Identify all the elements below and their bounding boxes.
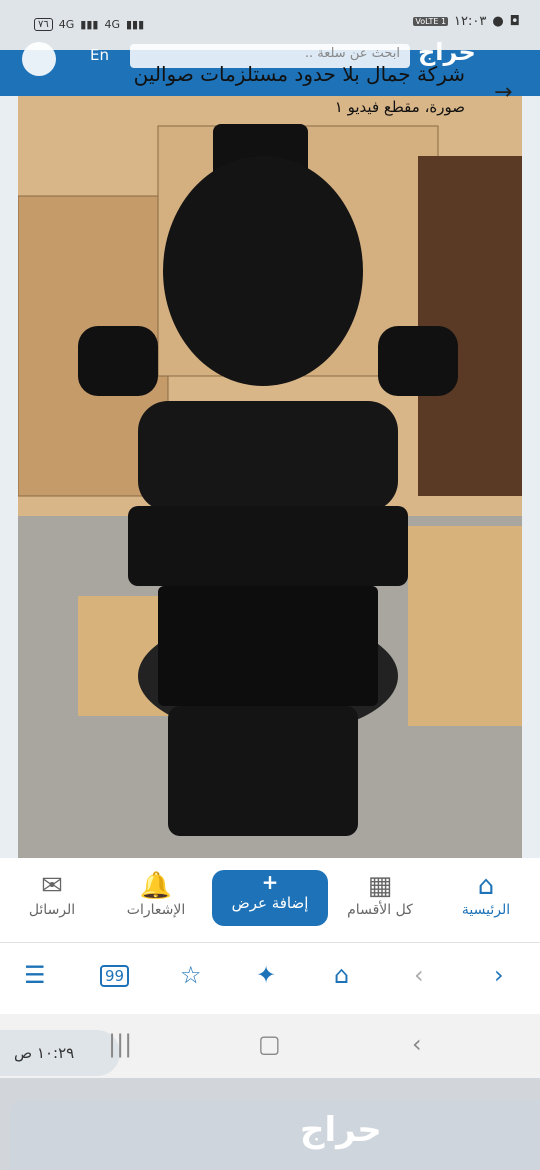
browser-toolbar: ☰ 99 ☆ ✦ ⌂ ‹ › xyxy=(0,942,540,1015)
add-offer-button[interactable]: + إضافة عرض xyxy=(212,870,328,926)
favorites-icon[interactable]: ☆ xyxy=(180,961,202,989)
sparkle-icon[interactable]: ✦ xyxy=(256,961,276,989)
tabs-count[interactable]: 99 xyxy=(100,965,130,987)
home-button-icon[interactable]: ▢ xyxy=(258,1030,281,1058)
messenger-icon: ● xyxy=(492,14,504,29)
battery-indicator: ٧٦ xyxy=(34,18,53,31)
nav-categories-label: كل الأقسام xyxy=(347,902,413,918)
nav-notifications[interactable]: 🔔 الإشعارات xyxy=(106,870,206,918)
network-2: 4G xyxy=(104,18,120,31)
envelope-icon: ✉ xyxy=(41,871,63,901)
signal-icon: ▮▮▮ xyxy=(80,18,99,31)
menu-icon[interactable]: ☰ xyxy=(24,961,46,989)
system-back-icon[interactable]: ‹ xyxy=(412,1030,422,1058)
add-offer-label: إضافة عرض xyxy=(231,894,309,912)
nav-categories[interactable]: ▦ كل الأقسام xyxy=(330,870,430,918)
recent-apps-icon[interactable]: ||| xyxy=(108,1030,132,1058)
back-arrow-icon[interactable]: → xyxy=(494,80,512,105)
nav-notifications-label: الإشعارات xyxy=(126,902,186,918)
forward-icon[interactable]: › xyxy=(494,961,504,989)
search-placeholder: ابحث عن سلعة .. xyxy=(304,46,400,61)
volte-1: VoLTE 1 xyxy=(413,17,449,26)
plus-icon: + xyxy=(261,870,279,894)
listing-title[interactable]: شركة جمال بلا حدود مستلزمات صوالين xyxy=(60,62,465,86)
categories-icon: ▦ xyxy=(367,871,393,901)
listing-photo[interactable] xyxy=(18,96,522,858)
nav-home[interactable]: ⌂ الرئيسية xyxy=(436,870,536,918)
profile-avatar[interactable] xyxy=(22,42,56,76)
bottom-navigation: ⌂ الرئيسية ▦ كل الأقسام + إضافة عرض 🔔 ال… xyxy=(0,858,540,942)
browser-home-icon[interactable]: ⌂ xyxy=(334,961,349,989)
status-left: ٧٦ 4G ▮▮▮ 4G ▮▮▮ xyxy=(34,18,144,31)
bell-icon: 🔔 xyxy=(139,871,173,901)
nav-home-label: الرئيسية xyxy=(461,902,511,918)
barber-chair-image xyxy=(18,96,522,858)
app-notification-icon: ◘ xyxy=(509,14,520,29)
signal-icon-2: ▮▮▮ xyxy=(125,18,145,31)
recent-app-logo: حراج xyxy=(300,1110,382,1150)
network-1: 4G xyxy=(58,18,75,31)
listing-media-info: صورة، مقطع فيديو ١ xyxy=(334,98,465,116)
recent-app-thumbnail[interactable] xyxy=(10,1100,540,1170)
nav-messages[interactable]: ✉ الرسائل xyxy=(2,870,102,918)
back-icon[interactable]: ‹ xyxy=(414,961,424,989)
nav-messages-label: الرسائل xyxy=(28,902,76,918)
home-icon: ⌂ xyxy=(477,871,495,901)
clock: ١٢:٠٣ xyxy=(454,14,487,29)
system-time: ١٠:٢٩ ص xyxy=(14,1044,75,1062)
status-right: VoLTE 1 ١٢:٠٣ ● ◘ xyxy=(413,14,520,29)
